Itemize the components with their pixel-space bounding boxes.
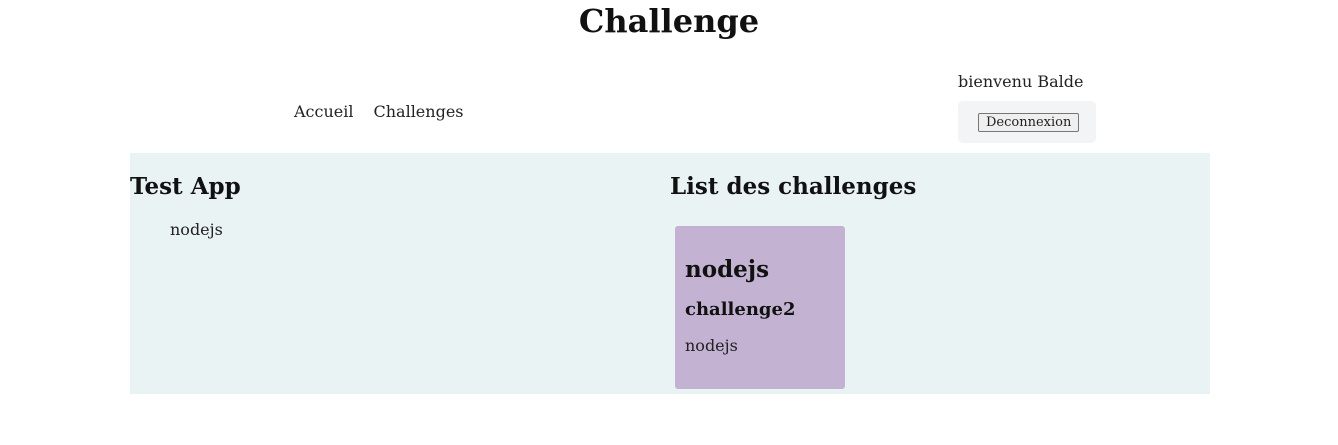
- logout-button[interactable]: Deconnexion: [978, 112, 1080, 132]
- challenge-card-tech: nodejs: [685, 336, 738, 355]
- main-nav: Accueil Challenges: [294, 102, 464, 121]
- welcome-text: bienvenu Balde: [958, 72, 1084, 91]
- challenges-title: List des challenges: [670, 173, 917, 200]
- user-panel: bienvenu Balde Deconnexion: [958, 72, 1098, 143]
- logout-container: Deconnexion: [958, 101, 1096, 143]
- page: Challenge Accueil Challenges bienvenu Ba…: [0, 0, 1338, 445]
- apps-title: Test App: [130, 173, 241, 200]
- page-title: Challenge: [578, 2, 760, 40]
- challenge-card-title: nodejs: [685, 256, 770, 283]
- app-list: nodejs: [170, 220, 670, 239]
- challenge-card[interactable]: nodejs challenge2 nodejs: [675, 226, 845, 389]
- nav-link-challenges[interactable]: Challenges: [373, 102, 463, 121]
- app-list-item[interactable]: nodejs: [170, 220, 670, 239]
- nav-link-accueil[interactable]: Accueil: [294, 102, 353, 121]
- challenge-card-name: challenge2: [685, 299, 796, 320]
- challenges-section: List des challenges nodejs challenge2 no…: [670, 153, 1210, 389]
- main-content: Test App nodejs List des challenges node…: [130, 153, 1210, 394]
- apps-section: Test App nodejs: [130, 153, 670, 239]
